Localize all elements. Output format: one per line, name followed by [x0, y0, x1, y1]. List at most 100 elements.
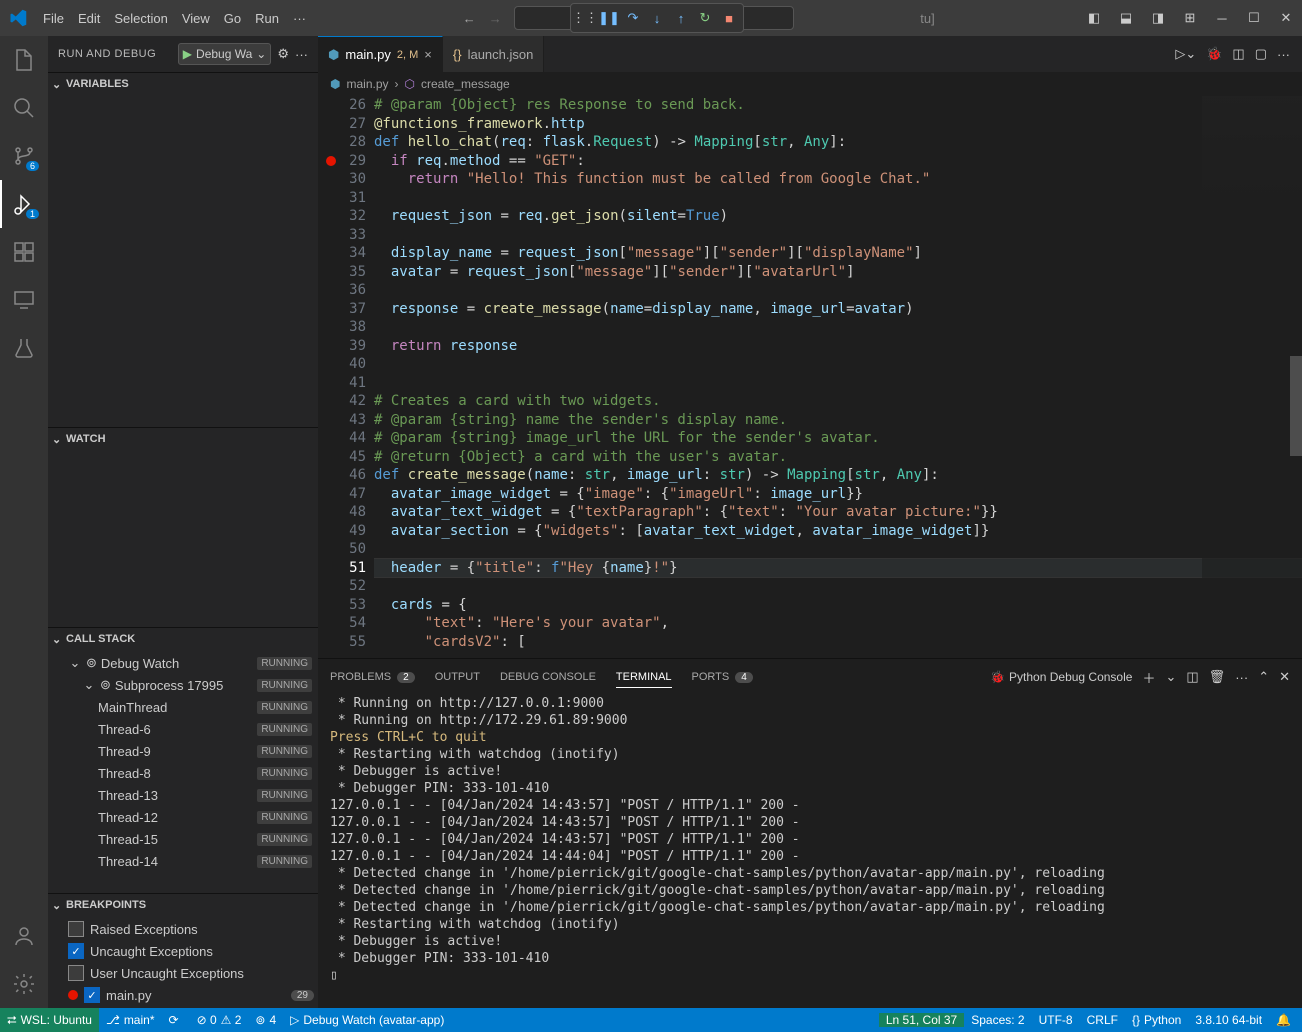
line-number[interactable]: 35: [318, 263, 366, 282]
code-line[interactable]: avatar = request_json["message"]["sender…: [374, 263, 1302, 282]
breakpoint-dot-icon[interactable]: [326, 156, 336, 166]
menu-run[interactable]: Run: [248, 11, 286, 26]
menu-overflow-icon[interactable]: ···: [286, 11, 313, 26]
breakpoint-file-row[interactable]: ✓main.py29: [48, 984, 318, 1006]
line-number[interactable]: 40: [318, 355, 366, 374]
close-panel-icon[interactable]: ✕: [1279, 669, 1290, 685]
statusbar-item[interactable]: Ln 51, Col 37: [879, 1013, 964, 1027]
line-number[interactable]: 53: [318, 596, 366, 615]
code-line[interactable]: [374, 374, 1302, 393]
checkbox[interactable]: ✓: [84, 987, 100, 1003]
restart-icon[interactable]: ↻: [693, 6, 717, 30]
code-line[interactable]: # @param {string} image_url the URL for …: [374, 429, 1302, 448]
callstack-row[interactable]: MainThreadRUNNING: [48, 696, 318, 718]
start-debug-icon[interactable]: ▶: [183, 47, 192, 61]
line-number[interactable]: 39: [318, 337, 366, 356]
code-line[interactable]: [374, 318, 1302, 337]
breakpoint-toggle[interactable]: User Uncaught Exceptions: [48, 962, 318, 984]
testing-icon[interactable]: [0, 324, 48, 372]
line-number[interactable]: 45: [318, 448, 366, 467]
breakpoint-toggle[interactable]: ✓Uncaught Exceptions: [48, 940, 318, 962]
line-number[interactable]: 55: [318, 633, 366, 652]
more-icon[interactable]: ···: [1235, 670, 1248, 685]
code-line[interactable]: # @return {Object} a card with the user'…: [374, 448, 1302, 467]
code-line[interactable]: [374, 189, 1302, 208]
code-line[interactable]: avatar_text_widget = {"textParagraph": {…: [374, 503, 1302, 522]
window-minimize-icon[interactable]: ─: [1206, 11, 1238, 26]
callstack-row[interactable]: Thread-15RUNNING: [48, 828, 318, 850]
statusbar-item[interactable]: CRLF: [1080, 1013, 1125, 1027]
statusbar-item[interactable]: ⎇main*: [99, 1008, 162, 1032]
code-line[interactable]: [374, 540, 1302, 559]
menu-file[interactable]: File: [36, 11, 71, 26]
line-number[interactable]: 33: [318, 226, 366, 245]
explorer-icon[interactable]: [0, 36, 48, 84]
line-number[interactable]: 41: [318, 374, 366, 393]
code-line[interactable]: # Creates a card with two widgets.: [374, 392, 1302, 411]
line-number[interactable]: 27: [318, 115, 366, 134]
line-number[interactable]: 37: [318, 300, 366, 319]
pause-icon[interactable]: ❚❚: [597, 6, 621, 30]
variables-section-header[interactable]: ⌄VARIABLES: [48, 73, 318, 95]
vertical-scrollbar[interactable]: [1288, 96, 1302, 658]
run-debug-icon[interactable]: 1: [0, 180, 48, 228]
statusbar-item[interactable]: ⮂WSL: Ubuntu: [0, 1008, 99, 1032]
statusbar-item[interactable]: ▷Debug Watch (avatar-app): [283, 1008, 451, 1032]
extensions-icon[interactable]: [0, 228, 48, 276]
statusbar-item[interactable]: Spaces: 2: [964, 1013, 1031, 1027]
line-number[interactable]: 32: [318, 207, 366, 226]
code-line[interactable]: "text": "Here's your avatar",: [374, 614, 1302, 633]
remote-explorer-icon[interactable]: [0, 276, 48, 324]
checkbox[interactable]: ✓: [68, 943, 84, 959]
terminal-select[interactable]: 🐞Python Debug Console: [990, 670, 1132, 684]
callstack-row[interactable]: Thread-9RUNNING: [48, 740, 318, 762]
line-number[interactable]: 38: [318, 318, 366, 337]
more-icon[interactable]: ···: [295, 47, 308, 62]
line-number[interactable]: 51: [318, 559, 366, 578]
code-line[interactable]: response = create_message(name=display_n…: [374, 300, 1302, 319]
panel-tab-terminal[interactable]: TERMINAL: [616, 667, 672, 688]
breadcrumb[interactable]: ⬢main.py›⬡create_message: [318, 72, 1302, 96]
nav-back-icon[interactable]: ←: [456, 6, 482, 30]
line-number[interactable]: 48: [318, 503, 366, 522]
code-line[interactable]: return "Hello! This function must be cal…: [374, 170, 1302, 189]
line-number[interactable]: 47: [318, 485, 366, 504]
gear-icon[interactable]: ⚙: [277, 46, 289, 62]
layout-sidebar-right-icon[interactable]: ◨: [1142, 10, 1174, 26]
editor-tab[interactable]: ⬢main.py2, M×: [318, 36, 443, 72]
statusbar-item[interactable]: ⊘ 0 ⚠ 2: [190, 1008, 249, 1032]
code-line[interactable]: return response: [374, 337, 1302, 356]
step-over-icon[interactable]: ↷: [621, 6, 645, 30]
line-number[interactable]: 46: [318, 466, 366, 485]
line-number[interactable]: 44: [318, 429, 366, 448]
code-line[interactable]: if req.method == "GET":: [374, 152, 1302, 171]
callstack-row[interactable]: Thread-6RUNNING: [48, 718, 318, 740]
line-number[interactable]: 43: [318, 411, 366, 430]
line-number[interactable]: 30: [318, 170, 366, 189]
split-terminal-icon[interactable]: ◫: [1186, 669, 1198, 685]
code-line[interactable]: "cardsV2": [: [374, 633, 1302, 652]
code-line[interactable]: [374, 226, 1302, 245]
menu-edit[interactable]: Edit: [71, 11, 107, 26]
code-line[interactable]: avatar_image_widget = {"image": {"imageU…: [374, 485, 1302, 504]
line-number[interactable]: 42: [318, 392, 366, 411]
terminal-output[interactable]: * Running on http://127.0.0.1:9000 * Run…: [318, 695, 1302, 1008]
callstack-row[interactable]: Thread-8RUNNING: [48, 762, 318, 784]
line-number[interactable]: 34: [318, 244, 366, 263]
split-editor-icon[interactable]: ◫: [1232, 46, 1244, 62]
callstack-row[interactable]: Thread-13RUNNING: [48, 784, 318, 806]
settings-gear-icon[interactable]: [0, 960, 48, 1008]
layout-panel-icon[interactable]: ⬓: [1110, 10, 1142, 26]
close-tab-icon[interactable]: ×: [424, 47, 432, 62]
statusbar-item[interactable]: 🔔: [1269, 1013, 1302, 1027]
panel-tab-ports[interactable]: PORTS4: [692, 667, 753, 687]
callstack-row[interactable]: ⌄⊚Debug WatchRUNNING: [48, 652, 318, 674]
search-icon[interactable]: [0, 84, 48, 132]
code-line[interactable]: avatar_section = {"widgets": [avatar_tex…: [374, 522, 1302, 541]
menu-selection[interactable]: Selection: [107, 11, 174, 26]
window-maximize-icon[interactable]: ☐: [1238, 10, 1270, 26]
debug-alt-icon[interactable]: 🐞: [1206, 46, 1222, 62]
code-line[interactable]: cards = {: [374, 596, 1302, 615]
breakpoint-toggle[interactable]: Raised Exceptions: [48, 918, 318, 940]
source-control-icon[interactable]: 6: [0, 132, 48, 180]
